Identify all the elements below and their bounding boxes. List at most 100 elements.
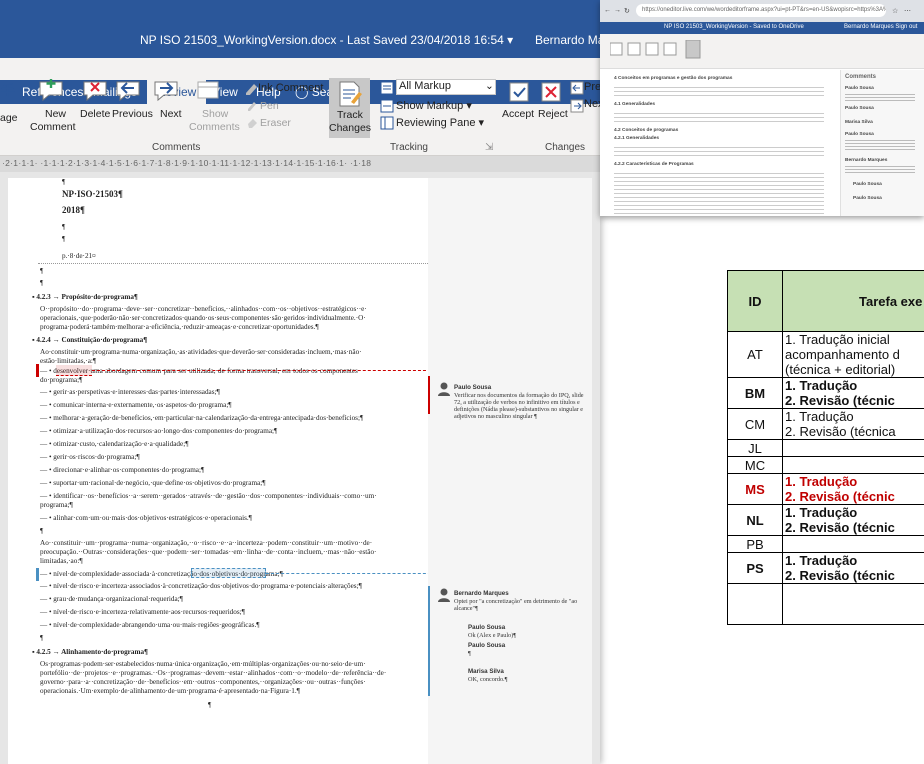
row-task: 1. Tradução 2. Revisão (técnica [782, 408, 924, 440]
comment-text[interactable]: adjetivos no masculino singular ¶ [454, 413, 537, 420]
comment-author: Paulo Sousa [454, 384, 492, 391]
paragraph-line: programa·poderá·também·melhorar·a·eficiê… [40, 323, 319, 331]
row-id: NL [727, 504, 783, 536]
row-task: 1. Tradução 2. Revisão (técnic [782, 504, 924, 536]
header-id: ID [727, 270, 783, 332]
bullet-item[interactable]: — • gerir·as·perspetivas·e·interesses·da… [40, 388, 220, 396]
row-task [782, 583, 924, 625]
show-comments-button[interactable]: Show [202, 108, 228, 120]
accept-button[interactable]: Accept [502, 108, 534, 120]
bullet-item[interactable]: — • grau·de·mudança·organizacional·reque… [40, 595, 183, 603]
reply-text[interactable]: OK, concordo.¶ [468, 676, 507, 683]
forward-icon[interactable]: → [614, 7, 621, 14]
pilcrow: ¶ [62, 235, 66, 243]
refresh-icon[interactable]: ↻ [624, 7, 630, 15]
accept-icon [509, 82, 529, 102]
reviewing-pane-button[interactable]: Reviewing Pane ▾ [396, 116, 484, 129]
previous-change-button[interactable]: Previ [584, 81, 600, 93]
row-id: AT [727, 331, 783, 378]
paragraph-line: preocupação.··Outras··considerações··que… [40, 548, 377, 556]
row-task: N/D [782, 535, 924, 553]
bullet-item[interactable]: — • nível·de·complexidade·abrangendo·uma… [40, 621, 260, 629]
text-lines [614, 84, 824, 98]
bullet-item[interactable]: — • direcionar·e·alinhar·os·componentes·… [40, 466, 204, 474]
row-task: 1. Tradução 2. Revisão (técnic [782, 473, 924, 505]
row-id: PS [727, 552, 783, 584]
comment-anchor-highlight[interactable] [191, 568, 266, 578]
comment-author: Bernardo Marques [845, 158, 888, 163]
horizontal-ruler[interactable]: ·2·1·1·1· ·1·1·1·2·1·3·1·4·1·5·1·6·1·7·1… [0, 156, 600, 172]
row-task: 1. Tradução inicial acompanhamento d (técn… [782, 331, 924, 378]
bullet-item[interactable]: — • nível·de·risco·e·incerteza·relativam… [40, 608, 245, 616]
word-online-page[interactable]: 4 Conceitos em programas e gestão dos pr… [608, 70, 840, 216]
ink-comment-icon [246, 84, 257, 95]
reply-text[interactable]: ¶ [468, 650, 471, 657]
bullet-item[interactable]: — • melhorar·a·geração·de·benefícios,·em… [40, 414, 363, 422]
task-line: N/D [785, 458, 924, 473]
table-row: JLN/D [727, 439, 924, 457]
comment-text[interactable]: Optei por "a concretização" em detriment… [454, 598, 577, 605]
more-icon[interactable]: ⋯ [904, 7, 911, 15]
bullet-item[interactable]: — • gerir·os·riscos·do·programa;¶ [40, 453, 140, 461]
delete-comment-icon [83, 81, 107, 102]
pilcrow: ¶ [208, 701, 212, 709]
markup-display-select[interactable]: All Markup ⌄ [396, 79, 496, 95]
reply-author: Marisa Silva [468, 668, 504, 675]
bullet-item[interactable]: — • otimizar·a·utilização·dos·recursos·a… [40, 427, 277, 435]
comment-text[interactable]: alcance"¶ [454, 605, 478, 612]
word-online-user[interactable]: Bernardo Marques Sign out [844, 24, 917, 30]
new-comment-button[interactable]: New [45, 108, 66, 120]
bullet-item[interactable]: do·programa;¶ [40, 376, 82, 384]
back-icon[interactable]: ← [604, 7, 611, 14]
new-comment-icon [39, 79, 63, 102]
delete-comment-button[interactable]: Delete [80, 108, 110, 120]
comment-text[interactable]: Verificar nos documentos da formação do … [454, 392, 584, 399]
comment-text[interactable]: definições (Nádia please)-substantivos n… [454, 406, 583, 413]
avatar [438, 382, 450, 396]
table-header-row: ID Tarefa exe [727, 270, 924, 332]
user-name[interactable]: Bernardo Marq [535, 33, 600, 47]
row-id [727, 583, 783, 625]
bullet-item[interactable]: — • alinhar·com·um·ou·mais·dos·objetivos… [40, 514, 252, 522]
show-markup-button[interactable]: Show Markup ▾ [396, 99, 472, 112]
address-bar[interactable]: https://oneditor.live.com/we/wordeditorf… [636, 4, 886, 17]
online-heading: 4.1 Generalidades [614, 102, 656, 107]
reject-button[interactable]: Reject [538, 108, 568, 120]
comment-author: Marisa Silva [845, 120, 873, 125]
favorites-icon[interactable]: ☆ [892, 7, 898, 15]
track-changes-button[interactable]: Track Changes [329, 78, 371, 138]
track-changes-icon [339, 81, 362, 107]
bullet-item[interactable]: — • suportar·um·racional·de·negócio,·que… [40, 479, 266, 487]
task-line: 2. Revisão (técnica [785, 424, 896, 439]
reject-icon [541, 82, 561, 102]
document-title[interactable]: NP ISO 21503_WorkingVersion.docx - Last … [140, 33, 513, 47]
task-line: acompanhamento d [785, 347, 900, 362]
bullet-item[interactable]: — • identificar··os··benefícios··a··sere… [40, 492, 377, 500]
all-markup-icon [380, 81, 394, 95]
paragraph-line: governo··para··a··concretização··de··ben… [40, 678, 366, 686]
bullet-item[interactable]: — • nível·de·risco·e·incerteza·associado… [40, 582, 362, 590]
comment-anchor-highlight[interactable] [56, 365, 92, 376]
ink-comment-button[interactable]: Ink Comment [258, 82, 323, 94]
row-id: PB [727, 535, 783, 553]
bullet-item[interactable]: — • comunicar·interna·e·externamente,·os… [40, 401, 232, 409]
comment-connector [266, 573, 436, 574]
bullet-item[interactable]: — • otimizar·custo,·calendarização·e·a·q… [40, 440, 188, 448]
comment-text[interactable]: 72, a utilização de verbos no infinitivo… [454, 399, 580, 406]
header-divider [38, 263, 436, 264]
online-heading: 4.2.1 Generalidades [614, 136, 660, 141]
bullet-item[interactable]: programa;¶ [40, 501, 73, 509]
row-task: 1. Tradução 2. Revisão (técnic [782, 552, 924, 584]
eraser-button[interactable]: Eraser [260, 117, 291, 129]
paragraph-line: operacionais.·Um·exemplo·de·alinhamento·… [40, 687, 300, 695]
group-dialog-launcher-icon[interactable]: ⇲ [485, 142, 493, 153]
next-comment-button[interactable]: Next [160, 108, 182, 120]
text-lines [614, 144, 824, 158]
next-change-button[interactable]: Next [584, 98, 600, 110]
pen-button[interactable]: Pen [260, 100, 279, 112]
reply-text[interactable]: Ok (Alex e Paulo)¶ [468, 632, 516, 639]
previous-comment-button[interactable]: Previous [112, 108, 153, 120]
word-online-doc-title: NP ISO 21503_WorkingVersion - Saved to O… [664, 24, 804, 30]
ribbon-group-labels: Comments Tracking ⇲ Changes [0, 140, 600, 156]
comment-author: Paulo Sousa [853, 182, 882, 187]
